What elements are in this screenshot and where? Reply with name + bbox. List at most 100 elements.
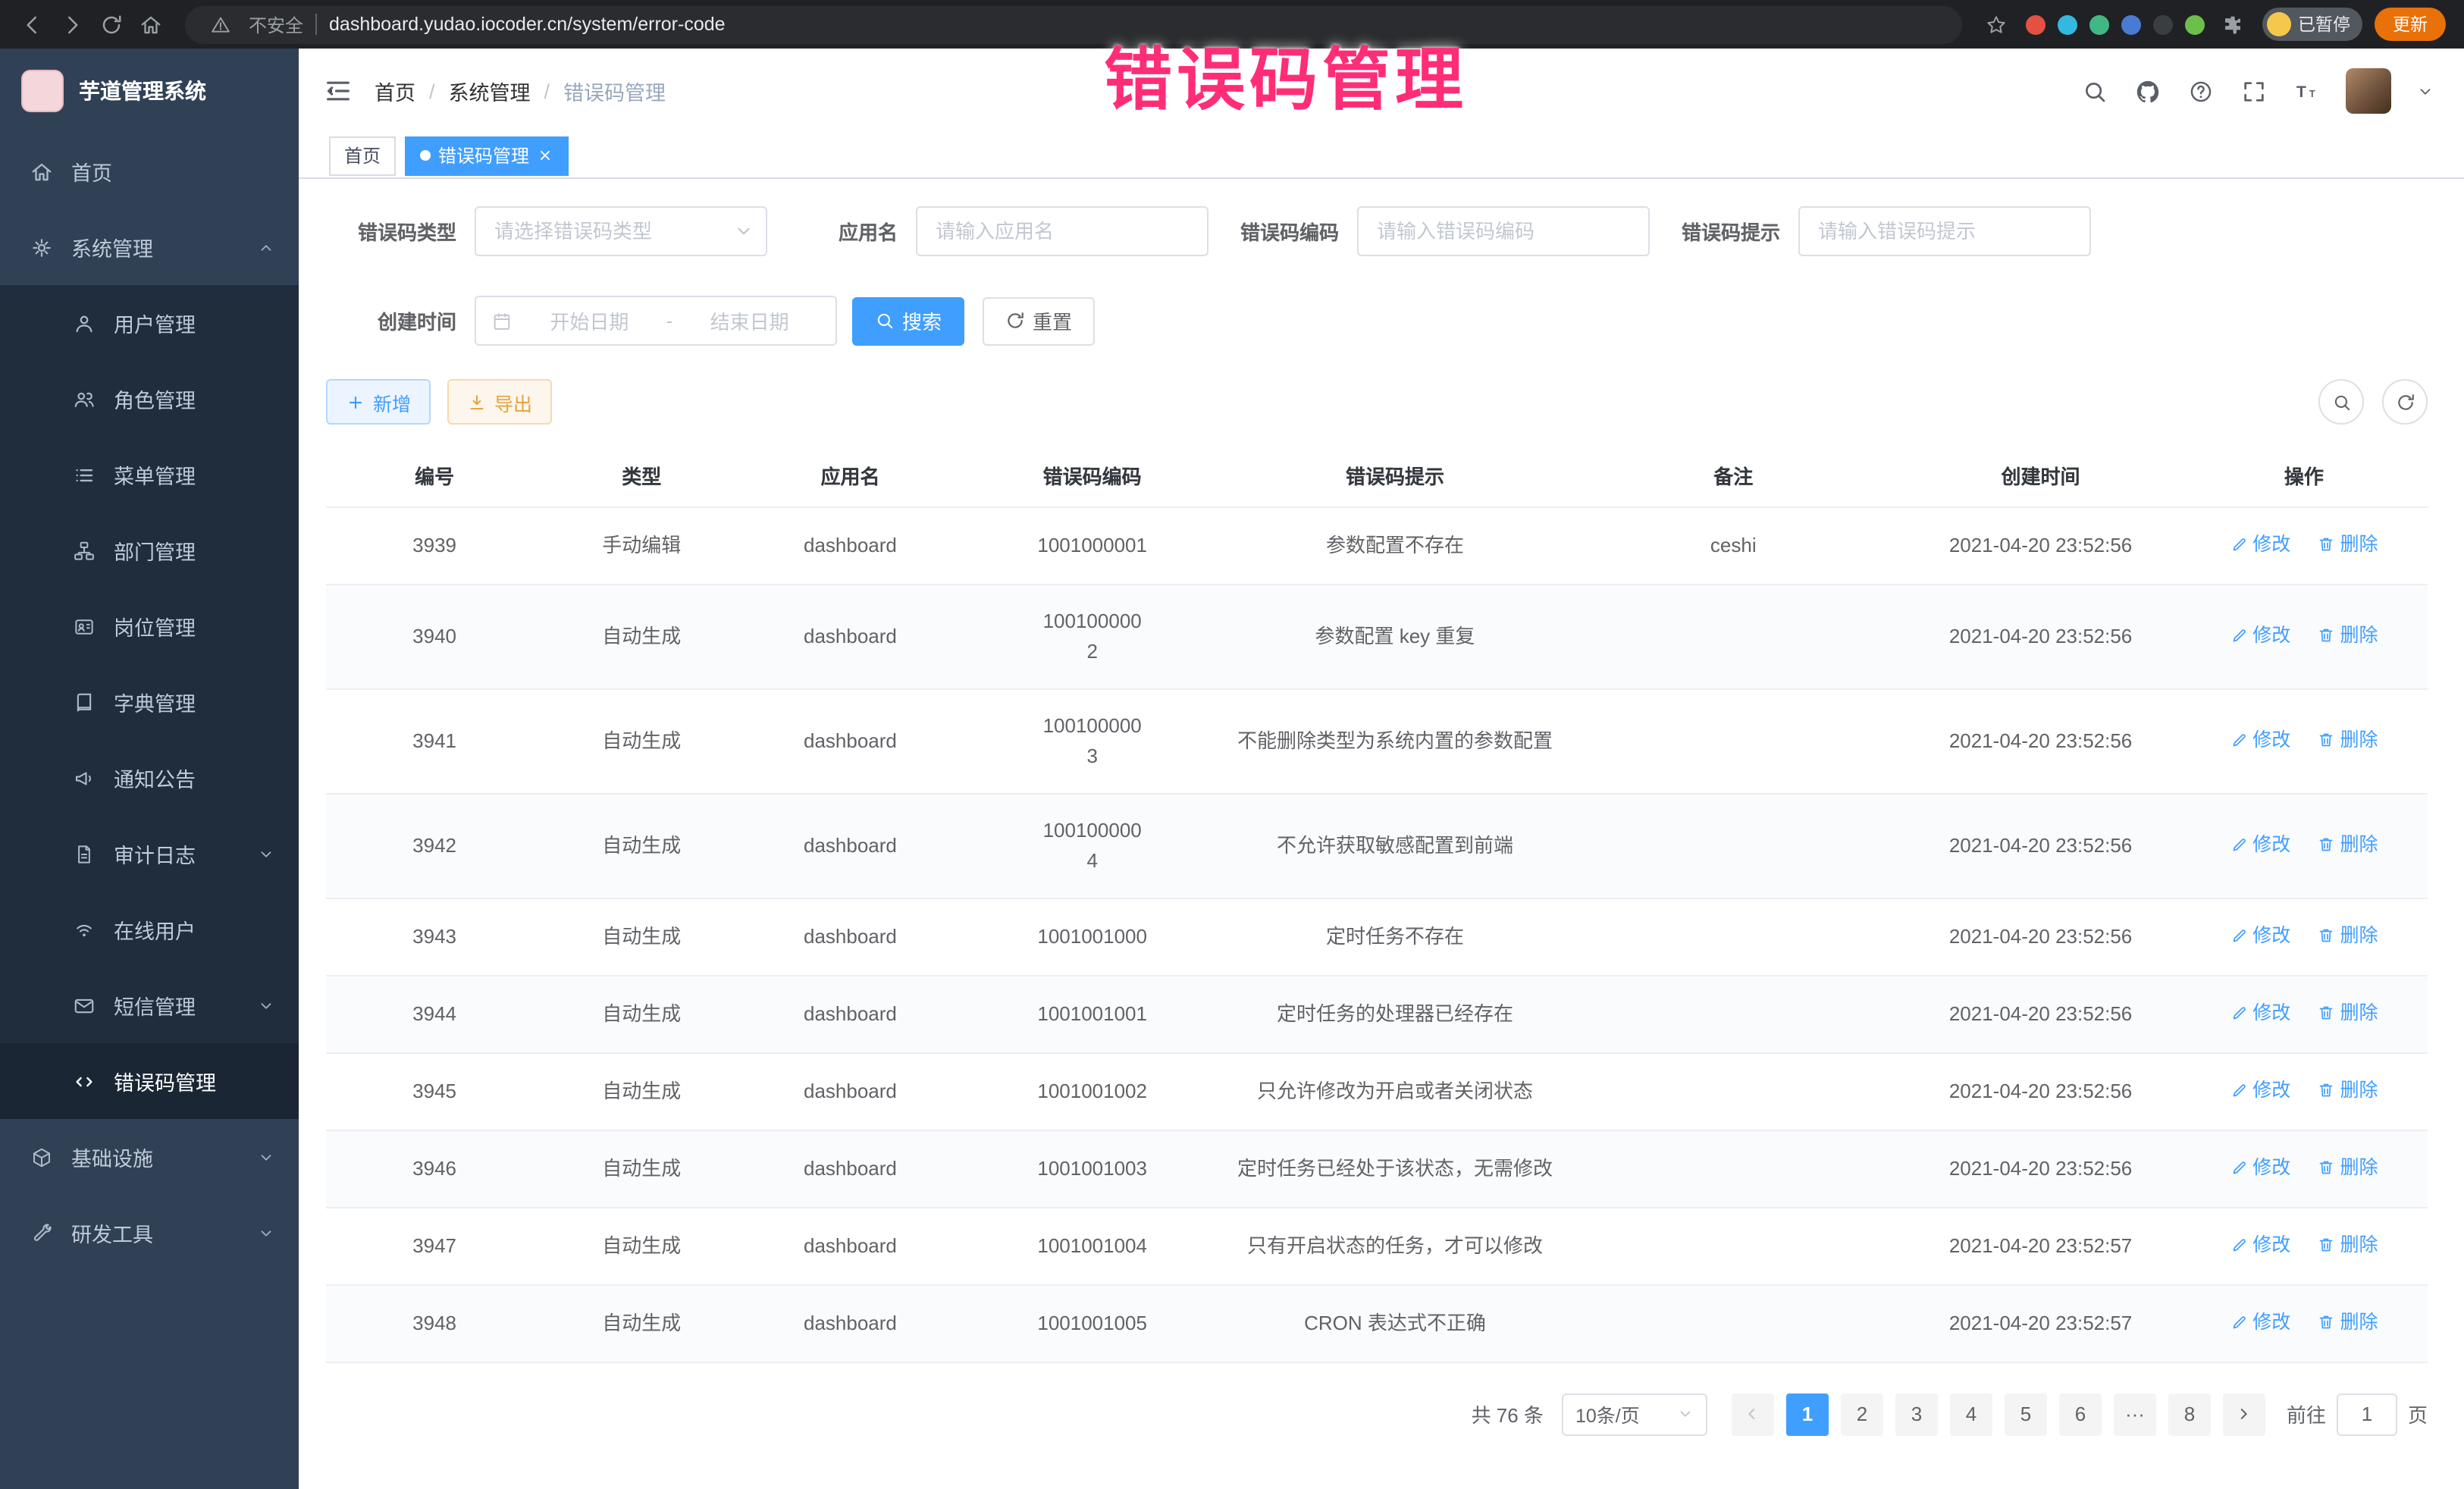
user-avatar[interactable] bbox=[2346, 68, 2391, 114]
filter-error-hint-input[interactable] bbox=[1798, 206, 2091, 256]
page-button-···[interactable]: ··· bbox=[2114, 1393, 2156, 1435]
trash-icon bbox=[2317, 1235, 2335, 1253]
browser-back-icon[interactable] bbox=[15, 8, 49, 41]
trash-icon bbox=[2317, 835, 2335, 853]
toggle-search-button[interactable] bbox=[2318, 379, 2364, 425]
sidebar-item-role[interactable]: 角色管理 bbox=[0, 361, 299, 437]
breadcrumb-item[interactable]: 首页 bbox=[375, 76, 415, 106]
profile-chip[interactable]: 已暂停 bbox=[2262, 8, 2362, 41]
search-icon[interactable] bbox=[2080, 77, 2108, 105]
extension-icon-red[interactable] bbox=[2025, 14, 2045, 34]
sidebar-item-menu[interactable]: 菜单管理 bbox=[0, 437, 299, 513]
edit-link[interactable]: 修改 bbox=[2230, 1152, 2290, 1182]
browser-update-button[interactable]: 更新 bbox=[2375, 8, 2446, 41]
chevron-right-icon bbox=[2236, 1406, 2252, 1422]
page-button-2[interactable]: 2 bbox=[1841, 1393, 1883, 1435]
delete-link[interactable]: 删除 bbox=[2317, 528, 2378, 559]
cell-create-time: 2021-04-20 23:52:56 bbox=[1901, 688, 2180, 793]
sidebar-item-dict[interactable]: 字典管理 bbox=[0, 664, 299, 740]
delete-link[interactable]: 删除 bbox=[2317, 1306, 2378, 1337]
page-button-5[interactable]: 5 bbox=[2005, 1393, 2047, 1435]
sidebar-item-system[interactable]: 系统管理 bbox=[0, 209, 299, 285]
sidebar-item-label: 审计日志 bbox=[114, 839, 196, 869]
edit-link[interactable]: 修改 bbox=[2230, 724, 2290, 754]
tab-errorcode[interactable]: 错误码管理 bbox=[405, 136, 569, 175]
sidebar-item-post[interactable]: 岗位管理 bbox=[0, 588, 299, 664]
goto-page-input[interactable] bbox=[2337, 1393, 2397, 1435]
sidebar-item-online[interactable]: 在线用户 bbox=[0, 892, 299, 967]
extensions-puzzle-icon[interactable] bbox=[2216, 8, 2249, 41]
delete-link[interactable]: 删除 bbox=[2317, 920, 2378, 950]
extension-icon-dark[interactable] bbox=[2152, 14, 2172, 34]
cell-error-hint: CRON 表达式不正确 bbox=[1224, 1284, 1566, 1362]
fullscreen-icon[interactable] bbox=[2240, 77, 2267, 105]
edit-link[interactable]: 修改 bbox=[2230, 829, 2290, 859]
sidebar-item-notice[interactable]: 通知公告 bbox=[0, 740, 299, 816]
export-button[interactable]: 导出 bbox=[447, 379, 552, 425]
edit-link[interactable]: 修改 bbox=[2230, 619, 2290, 650]
delete-link[interactable]: 删除 bbox=[2317, 829, 2378, 859]
sidebar-item-infra[interactable]: 基础设施 bbox=[0, 1119, 299, 1195]
cell-remark bbox=[1566, 975, 1901, 1052]
sidebar-item-errorcode[interactable]: 错误码管理 bbox=[0, 1043, 299, 1119]
page-button-1[interactable]: 1 bbox=[1786, 1393, 1829, 1435]
filter-app-name-input[interactable] bbox=[916, 206, 1208, 256]
next-page-button[interactable] bbox=[2223, 1393, 2265, 1435]
create-time-range-picker[interactable]: 开始日期 - 结束日期 bbox=[475, 296, 837, 346]
prev-page-button[interactable] bbox=[1732, 1393, 1774, 1435]
page-button-3[interactable]: 3 bbox=[1895, 1393, 1938, 1435]
cell-remark: ceshi bbox=[1566, 506, 1901, 584]
security-label: 不安全 bbox=[249, 11, 303, 37]
hamburger-icon[interactable] bbox=[323, 76, 353, 106]
breadcrumb-item[interactable]: 系统管理 bbox=[449, 76, 531, 106]
extension-icon-blue[interactable] bbox=[2121, 14, 2140, 34]
search-button[interactable]: 搜索 bbox=[852, 296, 964, 345]
edit-link[interactable]: 修改 bbox=[2230, 1074, 2290, 1105]
delete-link[interactable]: 删除 bbox=[2317, 724, 2378, 754]
sidebar-item-user[interactable]: 用户管理 bbox=[0, 285, 299, 361]
avatar-caret-icon[interactable] bbox=[2417, 83, 2434, 99]
edit-link[interactable]: 修改 bbox=[2230, 528, 2290, 559]
reset-button[interactable]: 重置 bbox=[983, 296, 1095, 345]
tab-home[interactable]: 首页 bbox=[329, 136, 396, 175]
sidebar-item-dept[interactable]: 部门管理 bbox=[0, 513, 299, 588]
sidebar-item-devtools[interactable]: 研发工具 bbox=[0, 1195, 299, 1271]
page-button-6[interactable]: 6 bbox=[2059, 1393, 2102, 1435]
github-icon[interactable] bbox=[2133, 77, 2161, 105]
app-logo[interactable]: 芋道管理系统 bbox=[0, 49, 299, 133]
page-button-4[interactable]: 4 bbox=[1950, 1393, 1992, 1435]
sidebar-item-audit[interactable]: 审计日志 bbox=[0, 816, 299, 892]
edit-link[interactable]: 修改 bbox=[2230, 997, 2290, 1027]
browser-home-icon[interactable] bbox=[133, 8, 167, 41]
delete-link[interactable]: 删除 bbox=[2317, 1152, 2378, 1182]
extension-icon-teal[interactable] bbox=[2057, 14, 2077, 34]
browser-forward-icon[interactable] bbox=[55, 8, 88, 41]
delete-link[interactable]: 删除 bbox=[2317, 619, 2378, 650]
sidebar-item-home[interactable]: 首页 bbox=[0, 133, 299, 209]
delete-link[interactable]: 删除 bbox=[2317, 1074, 2378, 1105]
help-icon[interactable] bbox=[2187, 77, 2214, 105]
delete-link[interactable]: 删除 bbox=[2317, 1229, 2378, 1259]
table-row: 3941 自动生成 dashboard 100100000 3 不能删除类型为系… bbox=[326, 688, 2428, 793]
page-button-8[interactable]: 8 bbox=[2168, 1393, 2211, 1435]
page-buttons: 123456 ··· 8 bbox=[1780, 1393, 2217, 1435]
page-size-select[interactable]: 10条/页 bbox=[1562, 1393, 1707, 1435]
add-button[interactable]: 新增 bbox=[326, 379, 431, 425]
edit-link[interactable]: 修改 bbox=[2230, 1306, 2290, 1337]
extension-icon-green[interactable] bbox=[2089, 14, 2108, 34]
browser-reload-icon[interactable] bbox=[94, 8, 127, 41]
bookmark-star-icon[interactable] bbox=[1980, 8, 2013, 41]
tab-close-icon[interactable] bbox=[537, 147, 553, 164]
sidebar-item-sms[interactable]: 短信管理 bbox=[0, 967, 299, 1043]
filter-error-code-input[interactable] bbox=[1357, 206, 1650, 256]
extension-icon-leaf[interactable] bbox=[2184, 14, 2204, 34]
delete-link[interactable]: 删除 bbox=[2317, 997, 2378, 1027]
font-size-icon[interactable] bbox=[2293, 77, 2320, 105]
edit-link[interactable]: 修改 bbox=[2230, 1229, 2290, 1259]
edit-link[interactable]: 修改 bbox=[2230, 920, 2290, 950]
cell-remark bbox=[1566, 688, 1901, 793]
address-bar[interactable]: 不安全 dashboard.yudao.iocoder.cn/system/er… bbox=[185, 5, 1961, 43]
chevron-icon bbox=[258, 1224, 274, 1241]
filter-error-code-type-select[interactable] bbox=[475, 206, 767, 256]
refresh-table-button[interactable] bbox=[2382, 379, 2428, 425]
